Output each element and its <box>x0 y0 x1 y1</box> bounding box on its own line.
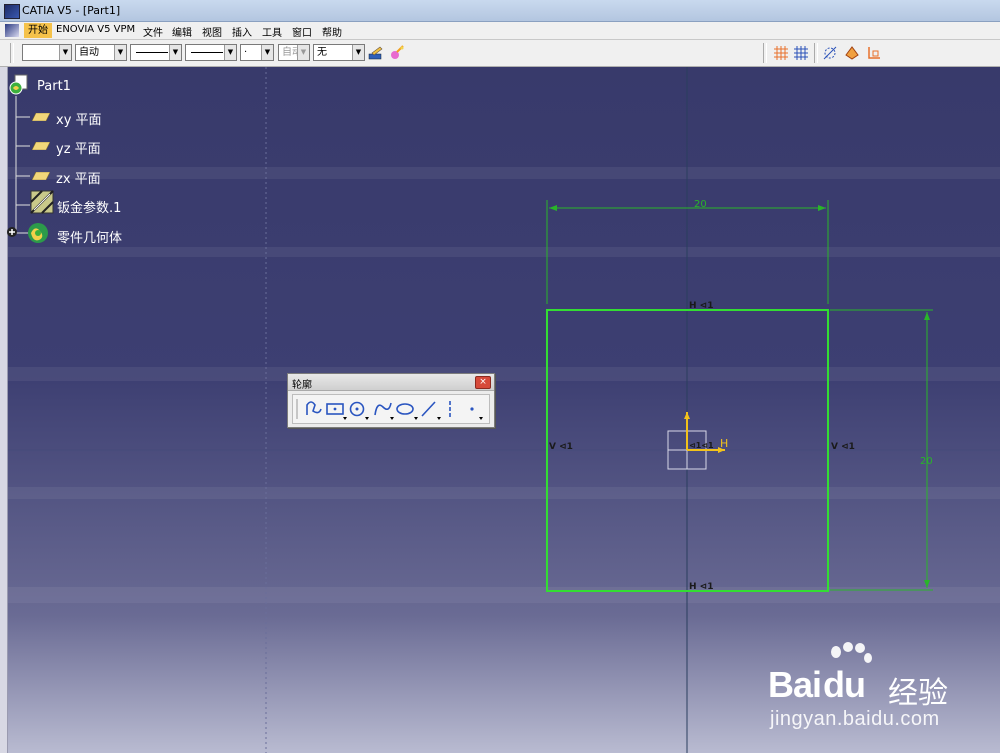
geometrical-constraints-icon[interactable] <box>844 45 860 61</box>
color-dropdown[interactable]: ▼ <box>22 44 72 61</box>
transparency-value: 自动 <box>79 47 99 58</box>
expand-plus-icon[interactable] <box>6 226 18 238</box>
constraint-top[interactable]: H ⊲1 <box>689 301 713 311</box>
linewidth-dropdown[interactable]: ▼ <box>185 44 237 61</box>
part-icon <box>9 74 28 95</box>
left-edge-band <box>0 67 8 753</box>
toolbar-separator <box>814 43 818 63</box>
plane-icon <box>32 113 50 121</box>
toolbar-grip[interactable] <box>10 43 14 63</box>
layer-auto-dropdown: 自动 ▼ <box>278 44 310 61</box>
tree-item-part-body[interactable]: 零件几何体 <box>6 220 136 246</box>
painter-icon[interactable] <box>368 45 384 61</box>
palette-icons <box>296 399 483 421</box>
tree-item-label: zx 平面 <box>56 172 101 187</box>
tree-item-sheetmetal-params[interactable]: 钣金参数.1 <box>30 190 140 216</box>
linewidth-preview <box>191 52 223 53</box>
toolbar-separator <box>763 43 767 63</box>
menu-start[interactable]: 开始 <box>24 23 52 38</box>
tree-item-label: xy 平面 <box>56 113 102 128</box>
body-icon <box>28 223 48 243</box>
menu-file[interactable]: 文件 <box>143 24 163 39</box>
profile-icon[interactable] <box>306 401 322 415</box>
menu-view[interactable]: 视图 <box>202 24 222 39</box>
snap-to-grid-icon[interactable] <box>793 45 809 61</box>
h-axis-label: H <box>720 437 728 450</box>
tree-root-part1[interactable]: Part1 <box>8 74 98 98</box>
chevron-down-icon: ▼ <box>261 45 273 60</box>
dimensional-constraints-icon[interactable] <box>866 45 882 61</box>
constraint-bottom[interactable]: H ⊲1 <box>689 582 713 592</box>
menu-help[interactable]: 帮助 <box>322 24 342 39</box>
constraint-right[interactable]: V ⊲1 <box>831 442 855 452</box>
layer-value: 无 <box>317 47 327 58</box>
menu-edit[interactable]: 编辑 <box>172 24 192 39</box>
chevron-down-icon: ▼ <box>59 45 71 60</box>
tree-item-label: yz 平面 <box>56 142 101 157</box>
horizontal-dimension-value[interactable]: 20 <box>694 199 707 210</box>
background-bands <box>8 167 1000 603</box>
linetype-dropdown[interactable]: ▼ <box>130 44 182 61</box>
rectangle-icon[interactable] <box>326 403 347 420</box>
tree-item-xy-plane[interactable]: xy 平面 <box>30 109 120 128</box>
tree-root-label: Part1 <box>37 79 71 94</box>
window-title-bar: CATIA V5 - [Part1] <box>0 0 1000 22</box>
tree-item-label: 钣金参数.1 <box>57 201 122 216</box>
properties-brush-icon[interactable] <box>389 45 405 61</box>
palette-title: 轮廓 <box>292 380 312 391</box>
tree-item-yz-plane[interactable]: yz 平面 <box>30 138 120 157</box>
palette-tools <box>292 394 490 424</box>
chevron-down-icon: ▼ <box>169 45 181 60</box>
sheetmetal-parameters-icon <box>30 190 54 214</box>
transparency-dropdown[interactable]: 自动 ▼ <box>75 44 127 61</box>
graphic-properties-toolbar: ▼ 自动 ▼ ▼ ▼ · ▼ 自动 ▼ 无 ▼ <box>0 40 1000 67</box>
menu-tools[interactable]: 工具 <box>262 24 282 39</box>
ellipse-icon[interactable] <box>396 403 418 420</box>
watermark-du: du <box>823 664 866 705</box>
spline-icon[interactable] <box>374 402 394 420</box>
constraint-left[interactable]: V ⊲1 <box>549 442 573 452</box>
circle-icon[interactable] <box>349 401 370 421</box>
menu-window[interactable]: 窗口 <box>292 24 312 39</box>
tree-item-zx-plane[interactable]: zx 平面 <box>30 168 120 187</box>
grid-icon[interactable] <box>773 45 789 61</box>
menu-insert[interactable]: 插入 <box>232 24 252 39</box>
linetype-preview <box>136 52 168 53</box>
baidu-watermark-cn: 经验 <box>888 676 948 711</box>
window-title: CATIA V5 - [Part1] <box>22 4 121 17</box>
construction-element-icon[interactable] <box>822 45 838 61</box>
point-symbol-dropdown[interactable]: · ▼ <box>240 44 274 61</box>
tree-item-label: 零件几何体 <box>57 231 123 246</box>
plane-icon <box>32 172 50 180</box>
layer-dropdown[interactable]: 无 ▼ <box>313 44 365 61</box>
palette-close-button[interactable]: × <box>475 376 491 389</box>
catia-menu-icon[interactable] <box>5 24 19 37</box>
chevron-down-icon: ▼ <box>114 45 126 60</box>
menu-enovia[interactable]: ENOVIA V5 VPM <box>56 24 135 35</box>
plane-icon <box>32 142 50 150</box>
line-icon[interactable] <box>421 401 441 420</box>
chevron-down-icon: ▼ <box>352 45 364 60</box>
chevron-down-icon: ▼ <box>224 45 236 60</box>
baidu-watermark-url: jingyan.baidu.com <box>770 708 940 730</box>
baidu-watermark-logo: Baidu <box>768 664 866 706</box>
point-icon[interactable] <box>470 407 483 420</box>
chevron-down-icon: ▼ <box>297 45 309 60</box>
palette-title-bar[interactable]: 轮廓 × <box>288 374 494 391</box>
origin-constraint-label: ⊲1⊲1 <box>689 441 714 450</box>
point-value: · <box>244 47 248 58</box>
catia-app-icon <box>4 4 20 19</box>
profile-toolbar-palette[interactable]: 轮廓 × <box>287 373 495 428</box>
menu-bar: 开始 ENOVIA V5 VPM 文件 编辑 视图 插入 工具 窗口 帮助 <box>0 22 1000 40</box>
watermark-bai: Bai <box>768 664 822 705</box>
vertical-dimension-value[interactable]: 20 <box>920 456 933 467</box>
